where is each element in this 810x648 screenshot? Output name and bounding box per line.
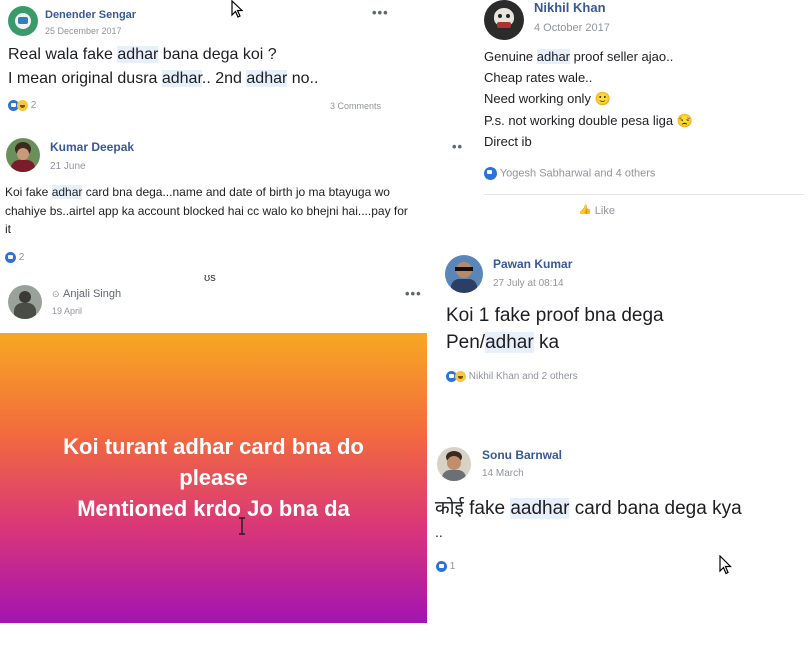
text-cursor-icon bbox=[239, 517, 245, 535]
post-date[interactable]: 19 April bbox=[52, 306, 82, 316]
post-date[interactable]: 21 June bbox=[50, 161, 86, 172]
post-card-nikhil: Nikhil Khan 4 October 2017 Genuine adhar… bbox=[478, 0, 810, 214]
post-text-line: please bbox=[179, 465, 248, 490]
post-date[interactable]: 4 October 2017 bbox=[534, 22, 610, 34]
reactions-summary[interactable]: Nikhil Khan and 2 others bbox=[446, 371, 578, 382]
like-icon bbox=[484, 167, 497, 180]
like-outline-icon: 👍 bbox=[578, 205, 592, 214]
post-text-line: Genuine adhar proof seller ajao.. bbox=[484, 49, 674, 64]
post-author[interactable]: Nikhil Khan bbox=[534, 0, 606, 15]
reaction-count: 2 bbox=[30, 100, 37, 112]
haha-icon bbox=[455, 371, 466, 382]
avatar[interactable] bbox=[437, 447, 471, 481]
colored-background-post: Koi turant adhar card bna do please Ment… bbox=[0, 333, 427, 623]
post-text-line: .. bbox=[435, 524, 443, 540]
like-button[interactable]: 👍 Like bbox=[578, 204, 615, 214]
post-card-denender: Denender Sengar 25 December 2017 ••• Rea… bbox=[0, 0, 393, 122]
avatar[interactable] bbox=[8, 6, 38, 36]
post-text-line: Koi turant adhar card bna do bbox=[63, 434, 364, 459]
post-date[interactable]: 14 March bbox=[482, 468, 524, 479]
post-text-line: कोई fake aadhar card bana dega kya bbox=[435, 498, 742, 519]
reactions-summary[interactable]: 2 bbox=[5, 252, 24, 263]
post-text-line: Pen/adhar ka bbox=[446, 332, 560, 353]
post-author[interactable]: Anjali Singh bbox=[63, 288, 121, 300]
post-author[interactable]: Denender Sengar bbox=[45, 9, 136, 21]
post-text-line: Need working only 🙂 bbox=[484, 91, 611, 106]
post-text-line: Koi fake adhar card bna dega...name and … bbox=[5, 185, 390, 199]
post-card-anjali: ⊙ Anjali Singh 19 April ••• bbox=[0, 280, 427, 332]
post-text-line: chahiye bs..airtel app ka account blocke… bbox=[5, 204, 408, 218]
post-author[interactable]: Sonu Barnwal bbox=[482, 448, 562, 462]
post-card-pawan: Pawan Kumar 27 July at 08:14 Koi 1 fake … bbox=[437, 245, 810, 400]
post-text-line: it bbox=[5, 222, 11, 236]
reaction-count: 1 bbox=[449, 561, 456, 573]
avatar[interactable] bbox=[484, 0, 524, 40]
haha-icon bbox=[17, 100, 28, 111]
mouse-pointer-icon bbox=[231, 0, 244, 18]
reactions-summary[interactable]: 2 bbox=[8, 100, 36, 111]
reaction-count: 2 bbox=[18, 252, 25, 264]
post-card-sonu: Sonu Barnwal 14 March कोई fake aadhar ca… bbox=[427, 437, 810, 587]
scribble-mark: ʊs bbox=[204, 272, 216, 284]
post-text-line: I mean original dusra adhar.. 2nd adhar … bbox=[8, 70, 319, 87]
post-author[interactable]: Kumar Deepak bbox=[50, 140, 134, 154]
post-text-line: Koi 1 fake proof bna dega bbox=[446, 305, 664, 326]
post-date[interactable]: 27 July at 08:14 bbox=[493, 278, 564, 289]
divider bbox=[484, 194, 804, 195]
mouse-pointer-icon bbox=[719, 555, 732, 575]
post-text-line: Real wala fake adhar bana dega koi ? bbox=[8, 46, 277, 63]
more-options-icon[interactable]: ••• bbox=[372, 5, 389, 20]
globe-icon: ⊙ bbox=[52, 289, 60, 299]
post-text-line: Mentioned krdo Jo bna da bbox=[77, 496, 350, 521]
post-text-line: P.s. not working double pesa liga 😒 bbox=[484, 113, 693, 128]
reactions-summary[interactable]: 1 bbox=[436, 561, 455, 572]
reactions-summary[interactable]: Yogesh Sabharwal and 4 others bbox=[484, 167, 655, 180]
post-card-kumar: Kumar Deepak 21 June •• Koi fake adhar c… bbox=[0, 130, 470, 275]
like-icon bbox=[5, 252, 16, 263]
avatar[interactable] bbox=[6, 138, 40, 172]
post-text-line: Cheap rates wale.. bbox=[484, 70, 593, 85]
post-date[interactable]: 25 December 2017 bbox=[45, 26, 122, 36]
comments-count[interactable]: 3 Comments bbox=[330, 101, 381, 111]
post-text-line: Direct ib bbox=[484, 134, 532, 149]
more-options-icon[interactable]: ••• bbox=[405, 286, 422, 301]
more-options-icon[interactable]: •• bbox=[452, 139, 463, 154]
like-icon bbox=[436, 561, 447, 572]
post-author[interactable]: Pawan Kumar bbox=[493, 257, 572, 271]
avatar[interactable] bbox=[8, 285, 42, 319]
avatar[interactable] bbox=[445, 255, 483, 293]
